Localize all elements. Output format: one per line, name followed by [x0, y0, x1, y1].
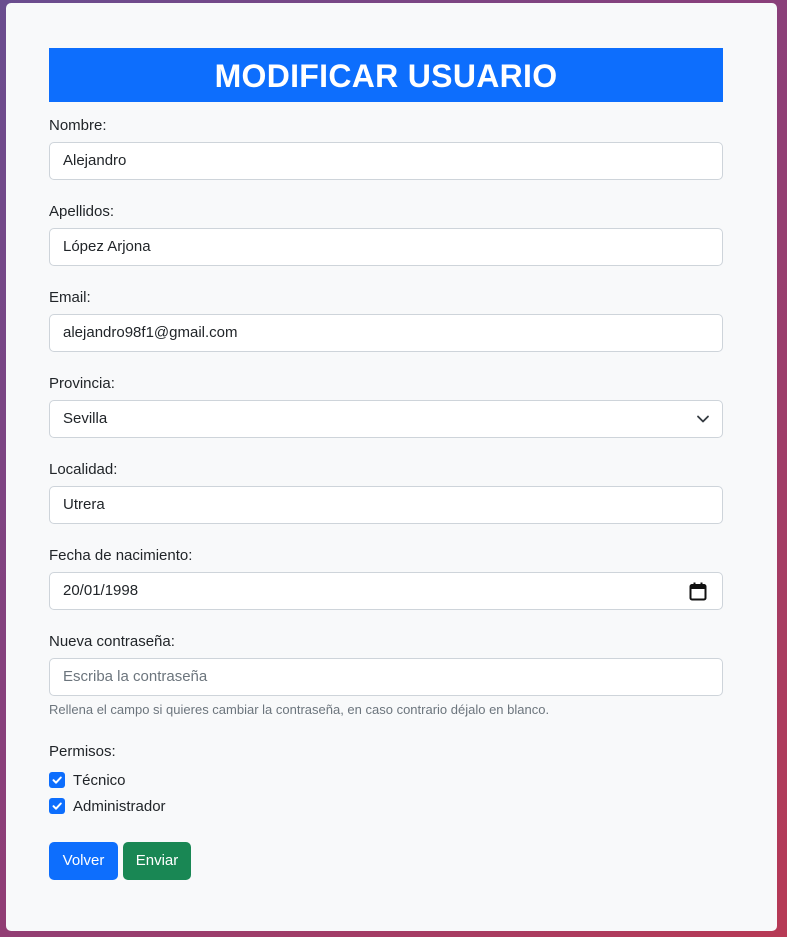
administrador-checkbox[interactable] [49, 798, 65, 814]
checkmark-icon [52, 802, 62, 810]
permiso-tecnico[interactable]: Técnico [49, 770, 126, 790]
chevron-down-icon [697, 415, 709, 423]
nombre-field[interactable]: Alejandro [49, 142, 723, 180]
tecnico-checkbox[interactable] [49, 772, 65, 788]
apellidos-label: Apellidos: [49, 203, 115, 220]
checkmark-icon [52, 776, 62, 784]
volver-button[interactable]: Volver [49, 842, 118, 880]
fecha-field[interactable]: 20/01/1998 [49, 572, 723, 610]
nombre-value: Alejandro [63, 152, 127, 169]
apellidos-value: López Arjona [63, 238, 151, 255]
apellidos-field[interactable]: López Arjona [49, 228, 723, 266]
nombre-label: Nombre: [49, 117, 107, 134]
administrador-label: Administrador [73, 797, 166, 815]
page-title: MODIFICAR USUARIO [49, 48, 723, 102]
enviar-button[interactable]: Enviar [123, 842, 191, 880]
email-label: Email: [49, 289, 91, 306]
email-value: alejandro98f1@gmail.com [63, 324, 238, 341]
provincia-value: Sevilla [63, 410, 108, 427]
provincia-label: Provincia: [49, 375, 115, 392]
tecnico-label: Técnico [73, 771, 126, 789]
calendar-icon[interactable] [689, 582, 707, 601]
permiso-administrador[interactable]: Administrador [49, 796, 166, 816]
localidad-label: Localidad: [49, 461, 118, 478]
password-field[interactable]: Escriba la contraseña [49, 658, 723, 696]
password-placeholder: Escriba la contraseña [63, 668, 208, 685]
provincia-select[interactable]: Sevilla [49, 400, 723, 438]
permisos-label: Permisos: [49, 743, 116, 760]
fecha-label: Fecha de nacimiento: [49, 547, 193, 564]
password-label: Nueva contraseña: [49, 633, 175, 650]
password-help-text: Rellena el campo si quieres cambiar la c… [49, 702, 550, 717]
localidad-field[interactable]: Utrera [49, 486, 723, 524]
localidad-value: Utrera [63, 496, 105, 513]
fecha-value: 20/01/1998 [63, 582, 139, 599]
email-field[interactable]: alejandro98f1@gmail.com [49, 314, 723, 352]
